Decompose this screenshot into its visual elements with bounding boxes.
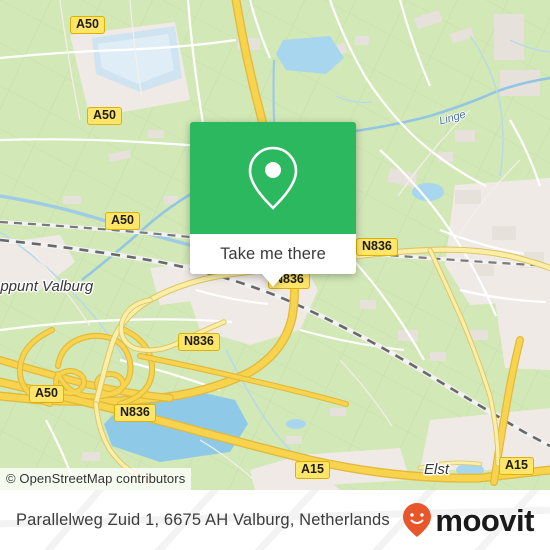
popup-pointer [262, 274, 284, 287]
road-shield: A15 [499, 457, 534, 475]
moovit-logo[interactable]: moovit [402, 502, 534, 538]
road-shield: N836 [114, 404, 156, 422]
map-page: A50 A50 A50 A50 N836 N836 N836 N836 A15 A15 oppunt… [0, 0, 550, 550]
road-shield: N836 [356, 238, 398, 256]
road-shield: N836 [178, 333, 220, 351]
location-popup-card[interactable]: Take me there [190, 122, 356, 287]
popup-pin-area [190, 122, 356, 234]
road-shield: A15 [295, 461, 330, 479]
road-shield: A50 [105, 212, 140, 230]
moovit-smiley-pin-icon [403, 503, 432, 537]
take-me-there-button[interactable]: Take me there [190, 234, 356, 274]
footer-bar: Parallelweg Zuid 1, 6675 AH Valburg, Net… [0, 490, 550, 550]
road-shield: A50 [87, 107, 122, 125]
moovit-wordmark: moovit [435, 502, 534, 538]
osm-attribution[interactable]: © OpenStreetMap contributors [0, 468, 192, 490]
take-me-there-label: Take me there [220, 244, 326, 263]
address-text: Parallelweg Zuid 1, 6675 AH Valburg, Net… [16, 510, 390, 529]
location-pin-icon [248, 146, 298, 210]
road-shield: A50 [70, 16, 105, 34]
place-label: oppunt Valburg [0, 278, 94, 295]
road-shield: A50 [29, 385, 64, 403]
place-label: Elst [424, 461, 450, 478]
